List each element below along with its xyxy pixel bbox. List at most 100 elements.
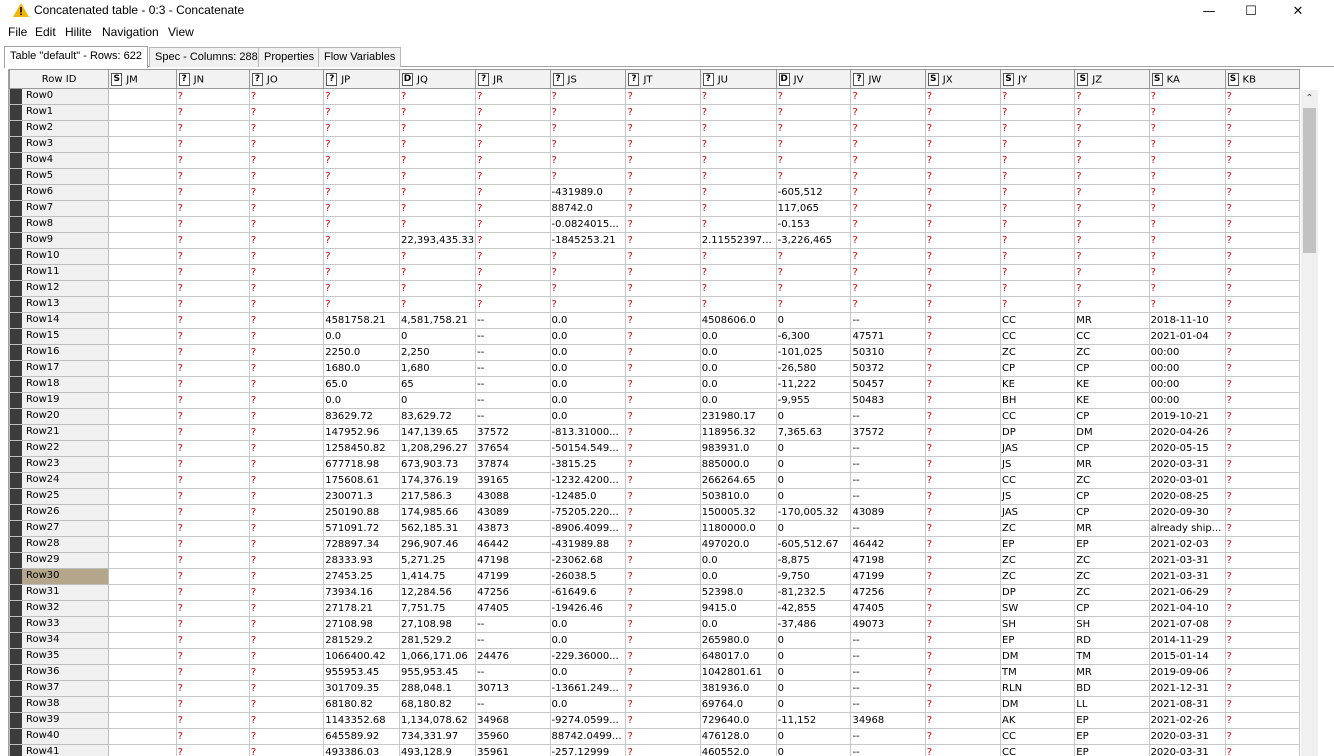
table-cell[interactable]: ?	[1224, 264, 1300, 281]
table-cell[interactable]: ?	[924, 280, 1002, 297]
table-cell[interactable]: 2021-01-04	[1148, 328, 1226, 345]
table-cell[interactable]: --	[850, 728, 926, 745]
table-cell[interactable]: ?	[475, 120, 551, 137]
table-cell[interactable]: ?	[1148, 104, 1226, 121]
table-cell[interactable]: --	[850, 680, 926, 697]
table-cell[interactable]: 0.0	[549, 312, 627, 329]
table-cell[interactable]: --	[850, 408, 926, 425]
table-cell[interactable]: 0.0	[549, 360, 627, 377]
table-cell[interactable]	[108, 744, 177, 756]
table-cell[interactable]: BH	[1000, 392, 1076, 409]
data-table-viewport[interactable]: Row ID S JM? JN? JO? JP D JQ? JR? JS? JT? JU D JV? JW S…	[8, 69, 1300, 756]
table-cell[interactable]: ?	[924, 504, 1002, 521]
table-cell[interactable]: ?	[1224, 184, 1300, 201]
table-cell[interactable]: ?	[549, 88, 627, 105]
table-cell[interactable]: ?	[625, 264, 701, 281]
table-cell[interactable]: 00:00	[1148, 360, 1226, 377]
table-cell[interactable]: ?	[1148, 120, 1226, 137]
table-cell[interactable]: ?	[1224, 104, 1300, 121]
table-cell[interactable]: ?	[924, 152, 1002, 169]
table-cell[interactable]: 35961	[475, 744, 551, 756]
table-cell[interactable]: 47256	[850, 584, 926, 601]
table-cell[interactable]: ?	[248, 424, 325, 441]
table-row[interactable]: Row30?? 27453.25 1,414.75 47199 -26038.5? 0.0…	[9, 568, 1300, 585]
row-id-cell[interactable]: Row9	[9, 232, 110, 249]
table-cell[interactable]: ?	[1224, 600, 1300, 617]
table-cell[interactable]: ?	[924, 680, 1002, 697]
table-cell[interactable]: ?	[1224, 168, 1300, 185]
table-cell[interactable]: ?	[248, 168, 325, 185]
column-header[interactable]: D JV	[775, 69, 852, 89]
table-cell[interactable]: 2018-11-10	[1148, 312, 1226, 329]
table-cell[interactable]: 0.0	[549, 408, 627, 425]
table-cell[interactable]	[108, 376, 177, 393]
row-id-cell[interactable]: Row3	[9, 136, 110, 153]
row-id-cell[interactable]: Row12	[9, 280, 110, 297]
table-cell[interactable]: RD	[1074, 632, 1150, 649]
table-cell[interactable]: ?	[625, 120, 701, 137]
table-cell[interactable]: -8,875	[775, 552, 852, 569]
table-cell[interactable]: 27178.21	[323, 600, 400, 617]
table-cell[interactable]: ?	[1000, 136, 1076, 153]
maximize-button[interactable]: ☐	[1228, 0, 1274, 22]
table-cell[interactable]: -13661.249...	[549, 680, 627, 697]
table-cell[interactable]	[108, 696, 177, 713]
table-cell[interactable]: ?	[625, 392, 701, 409]
table-cell[interactable]: 88742.0	[549, 200, 627, 217]
column-header[interactable]: S KB	[1224, 69, 1300, 89]
table-cell[interactable]: ?	[625, 440, 701, 457]
table-cell[interactable]: ?	[248, 520, 325, 537]
row-id-cell[interactable]: Row0	[9, 88, 110, 105]
table-cell[interactable]: ?	[775, 104, 852, 121]
table-cell[interactable]: 150005.32	[699, 504, 777, 521]
table-cell[interactable]: ?	[1074, 232, 1150, 249]
table-cell[interactable]: ?	[175, 488, 250, 505]
table-cell[interactable]: 2020-04-26	[1148, 424, 1226, 441]
table-cell[interactable]	[108, 296, 177, 313]
table-cell[interactable]: ?	[924, 600, 1002, 617]
table-cell[interactable]: 493386.03	[323, 744, 400, 756]
table-cell[interactable]: ?	[323, 88, 400, 105]
table-cell[interactable]: ?	[175, 408, 250, 425]
table-cell[interactable]: 2020-03-31	[1148, 728, 1226, 745]
table-cell[interactable]: ?	[1000, 88, 1076, 105]
table-cell[interactable]: 0.0	[549, 632, 627, 649]
table-cell[interactable]: ?	[1224, 296, 1300, 313]
table-cell[interactable]: ?	[248, 584, 325, 601]
table-cell[interactable]: ?	[625, 520, 701, 537]
table-cell[interactable]: 4581758.21	[323, 312, 400, 329]
tab-properties[interactable]: Properties	[258, 47, 321, 67]
table-cell[interactable]: ?	[248, 184, 325, 201]
table-cell[interactable]: ?	[625, 680, 701, 697]
table-cell[interactable]	[108, 344, 177, 361]
table-cell[interactable]: 955,953.45	[398, 664, 477, 681]
table-cell[interactable]: 27108.98	[323, 616, 400, 633]
table-cell[interactable]: 0.0	[699, 360, 777, 377]
table-row[interactable]: Row33?? 27108.98 27,108.98 -- 0.0? 0.0 -37,486…	[9, 616, 1300, 633]
table-cell[interactable]: ?	[1000, 248, 1076, 265]
table-cell[interactable]: --	[475, 376, 551, 393]
table-cell[interactable]: ?	[850, 296, 926, 313]
table-cell[interactable]: ?	[248, 440, 325, 457]
table-row[interactable]: Row1???????????????	[9, 104, 1300, 121]
table-cell[interactable]: 0	[775, 744, 852, 756]
column-header[interactable]: S KA	[1148, 69, 1226, 89]
table-cell[interactable]: KE	[1074, 376, 1150, 393]
row-id-cell[interactable]: Row2	[9, 120, 110, 137]
table-cell[interactable]: ?	[699, 296, 777, 313]
table-cell[interactable]: ?	[175, 232, 250, 249]
table-cell[interactable]: ?	[699, 200, 777, 217]
table-cell[interactable]: ?	[625, 216, 701, 233]
table-cell[interactable]: ?	[549, 264, 627, 281]
table-cell[interactable]: ?	[924, 488, 1002, 505]
table-cell[interactable]	[108, 440, 177, 457]
table-cell[interactable]: --	[475, 616, 551, 633]
table-cell[interactable]: ?	[924, 616, 1002, 633]
table-cell[interactable]: ?	[248, 504, 325, 521]
table-cell[interactable]	[108, 680, 177, 697]
column-header[interactable]: ? JS	[549, 69, 627, 89]
table-cell[interactable]: -81,232.5	[775, 584, 852, 601]
table-cell[interactable]: ?	[924, 472, 1002, 489]
table-cell[interactable]: ?	[1224, 408, 1300, 425]
table-cell[interactable]: ?	[475, 184, 551, 201]
